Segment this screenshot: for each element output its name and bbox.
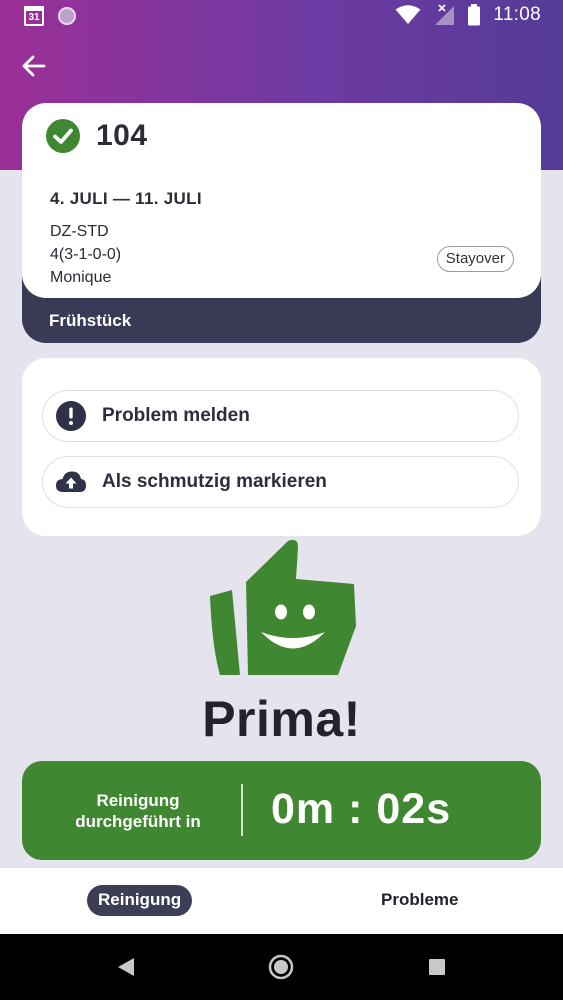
check-circle-icon	[46, 119, 80, 153]
timer-value: 0m : 02s	[271, 785, 452, 833]
actions-panel: Problem melden Als schmutzig markieren	[22, 358, 541, 536]
timer-label: Reinigung durchgeführt in	[58, 790, 218, 832]
status-badge: Stayover	[436, 246, 514, 272]
wifi-icon	[395, 5, 421, 24]
guest-name: Monique	[50, 269, 112, 286]
occupancy: 4(3-1-0-0)	[50, 246, 122, 263]
system-navigation-bar	[0, 934, 563, 1000]
calendar-icon: 31	[24, 6, 44, 26]
thumbs-up-smile-icon	[210, 539, 356, 675]
exclamation-circle-icon	[56, 401, 86, 431]
room-card: 104 4. JULI — 11. JULI DZ-STD 4(3-1-0-0)…	[22, 103, 541, 343]
calendar-day: 31	[28, 12, 40, 23]
battery-icon	[468, 4, 481, 26]
status-clock: 11:08	[493, 4, 541, 25]
room-number: 104	[96, 119, 148, 152]
app-circle-icon	[58, 7, 76, 25]
success-message: Prima!	[202, 691, 361, 747]
nav-back-icon[interactable]	[116, 956, 136, 978]
room-card-details: 104 4. JULI — 11. JULI DZ-STD 4(3-1-0-0)…	[22, 103, 541, 298]
report-problem-label: Problem melden	[102, 405, 250, 426]
mark-dirty-label: Als schmutzig markieren	[102, 471, 327, 492]
timer-label-line1: Reinigung	[96, 791, 180, 810]
nav-recents-icon[interactable]	[428, 958, 446, 976]
timer-label-line2: durchgeführt in	[75, 812, 201, 831]
room-type: DZ-STD	[50, 223, 109, 240]
arrow-left-icon[interactable]	[20, 52, 48, 80]
nav-home-icon[interactable]	[268, 954, 294, 980]
signal-icon	[435, 4, 455, 25]
meal-plan: Frühstück	[49, 311, 132, 330]
tab-cleaning[interactable]: Reinigung	[87, 885, 193, 916]
timer-divider	[241, 784, 243, 836]
status-bar: 31 11:08	[0, 0, 563, 34]
tab-problems[interactable]: Probleme	[381, 890, 458, 910]
report-problem-button[interactable]: Problem melden	[42, 390, 519, 442]
bottom-navigation: Reinigung Probleme	[0, 868, 563, 934]
mark-dirty-button[interactable]: Als schmutzig markieren	[42, 456, 519, 508]
cloud-upload-icon	[56, 471, 86, 492]
cleaning-timer: Reinigung durchgeführt in 0m : 02s	[22, 761, 541, 860]
stay-dates: 4. JULI — 11. JULI	[50, 189, 202, 208]
